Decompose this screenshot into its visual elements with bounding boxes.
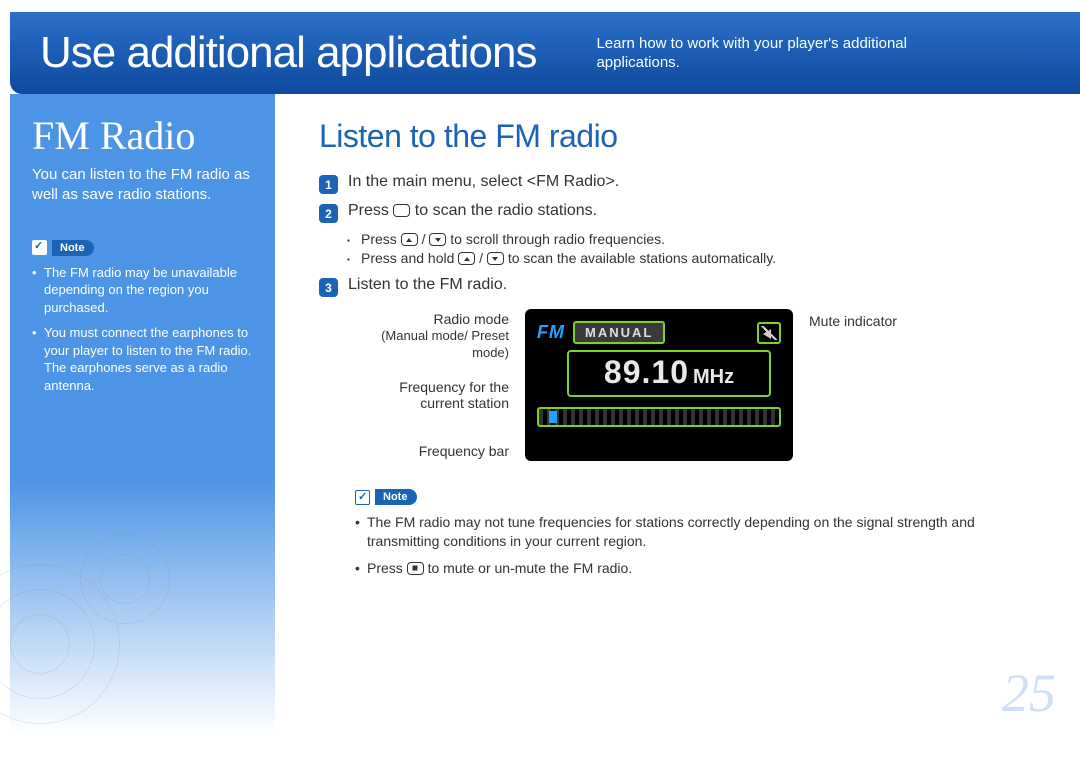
main-note: Note The FM radio may not tune frequenci… — [355, 489, 1050, 578]
page-title: Use additional applications — [40, 28, 536, 78]
note-item: You must connect the earphones to your p… — [32, 324, 255, 394]
sub-bullet: Press and hold / to scan the available s… — [347, 250, 1050, 266]
diagram-right-labels: Mute indicator — [809, 309, 897, 461]
down-button-icon — [429, 233, 446, 246]
text: (Manual mode/ Preset mode) — [381, 328, 509, 360]
sidebar: FM Radio You can listen to the FM radio … — [10, 94, 275, 734]
page-header: Use additional applications Learn how to… — [10, 12, 1080, 94]
mute-icon — [757, 322, 781, 344]
device-top-row: FM MANUAL — [537, 321, 781, 344]
note-badge: Note — [355, 489, 417, 505]
text: Radio mode — [434, 311, 510, 327]
frequency-value: 89.10 — [604, 354, 689, 390]
step-number: 3 — [319, 278, 338, 297]
step-text: In the main menu, select <FM Radio>. — [348, 173, 1050, 191]
step-text: Listen to the FM radio. — [348, 276, 1050, 294]
sidebar-title: FM Radio — [32, 112, 255, 159]
mute-indicator-label: Mute indicator — [809, 313, 897, 329]
section-heading: Listen to the FM radio — [319, 118, 1050, 155]
page-number: 25 — [1002, 662, 1056, 724]
note-badge: Note — [32, 240, 94, 256]
step-text: Press to scan the radio stations. — [348, 202, 1050, 220]
note-item: The FM radio may be unavailable dependin… — [32, 264, 255, 317]
text: to mute or un-mute the FM radio. — [428, 560, 633, 576]
text: Press — [367, 560, 407, 576]
step-3: 3 Listen to the FM radio. — [319, 276, 1050, 297]
text: Press — [348, 202, 393, 219]
text: Press — [361, 231, 401, 247]
step-number: 2 — [319, 204, 338, 223]
step-list-cont: 3 Listen to the FM radio. — [319, 276, 1050, 297]
frequency-label: Frequency for the current station — [359, 379, 509, 411]
frequency-unit: MHz — [693, 366, 734, 388]
sidebar-intro: You can listen to the FM radio as well a… — [32, 165, 255, 206]
note-item: Press to mute or un-mute the FM radio. — [355, 559, 995, 578]
radio-mode-label: Radio mode (Manual mode/ Preset mode) — [359, 311, 509, 361]
frequency-bar — [537, 407, 781, 427]
step-number: 1 — [319, 175, 338, 194]
mode-indicator: MANUAL — [573, 321, 665, 344]
note-label: Note — [52, 240, 94, 256]
text: Press and hold — [361, 250, 458, 266]
frequency-display: 89.10MHz — [567, 350, 771, 397]
frequency-bar-label: Frequency bar — [359, 443, 509, 459]
page-subtitle: Learn how to work with your player's add… — [596, 34, 976, 73]
sidebar-note: Note The FM radio may be unavailable dep… — [32, 240, 255, 395]
down-button-icon — [487, 252, 504, 265]
text: to scan the radio stations. — [415, 202, 597, 219]
device-diagram: Radio mode (Manual mode/ Preset mode) Fr… — [359, 309, 1050, 461]
step-list: 1 In the main menu, select <FM Radio>. 2… — [319, 173, 1050, 223]
sub-bullet-list: Press / to scroll through radio frequenc… — [347, 231, 1050, 266]
content-area: FM Radio You can listen to the FM radio … — [10, 94, 1080, 734]
button-icon — [393, 204, 410, 217]
text: to scan the available stations automatic… — [508, 250, 776, 266]
up-button-icon — [401, 233, 418, 246]
check-icon — [355, 490, 370, 505]
check-icon — [32, 240, 47, 255]
note-label: Note — [375, 489, 417, 505]
step-2: 2 Press to scan the radio stations. — [319, 202, 1050, 223]
diagram-left-labels: Radio mode (Manual mode/ Preset mode) Fr… — [359, 309, 509, 461]
text: to scroll through radio frequencies. — [450, 231, 665, 247]
sub-bullet: Press / to scroll through radio frequenc… — [347, 231, 1050, 247]
center-button-icon — [407, 562, 424, 575]
main-panel: Listen to the FM radio 1 In the main men… — [275, 94, 1080, 734]
sidebar-note-list: The FM radio may be unavailable dependin… — [32, 264, 255, 395]
device-screen: FM MANUAL 89.10MHz — [525, 309, 793, 461]
fm-text: FM — [537, 322, 565, 343]
step-1: 1 In the main menu, select <FM Radio>. — [319, 173, 1050, 194]
note-item: The FM radio may not tune frequencies fo… — [355, 513, 995, 551]
main-note-list: The FM radio may not tune frequencies fo… — [355, 513, 995, 578]
up-button-icon — [458, 252, 475, 265]
